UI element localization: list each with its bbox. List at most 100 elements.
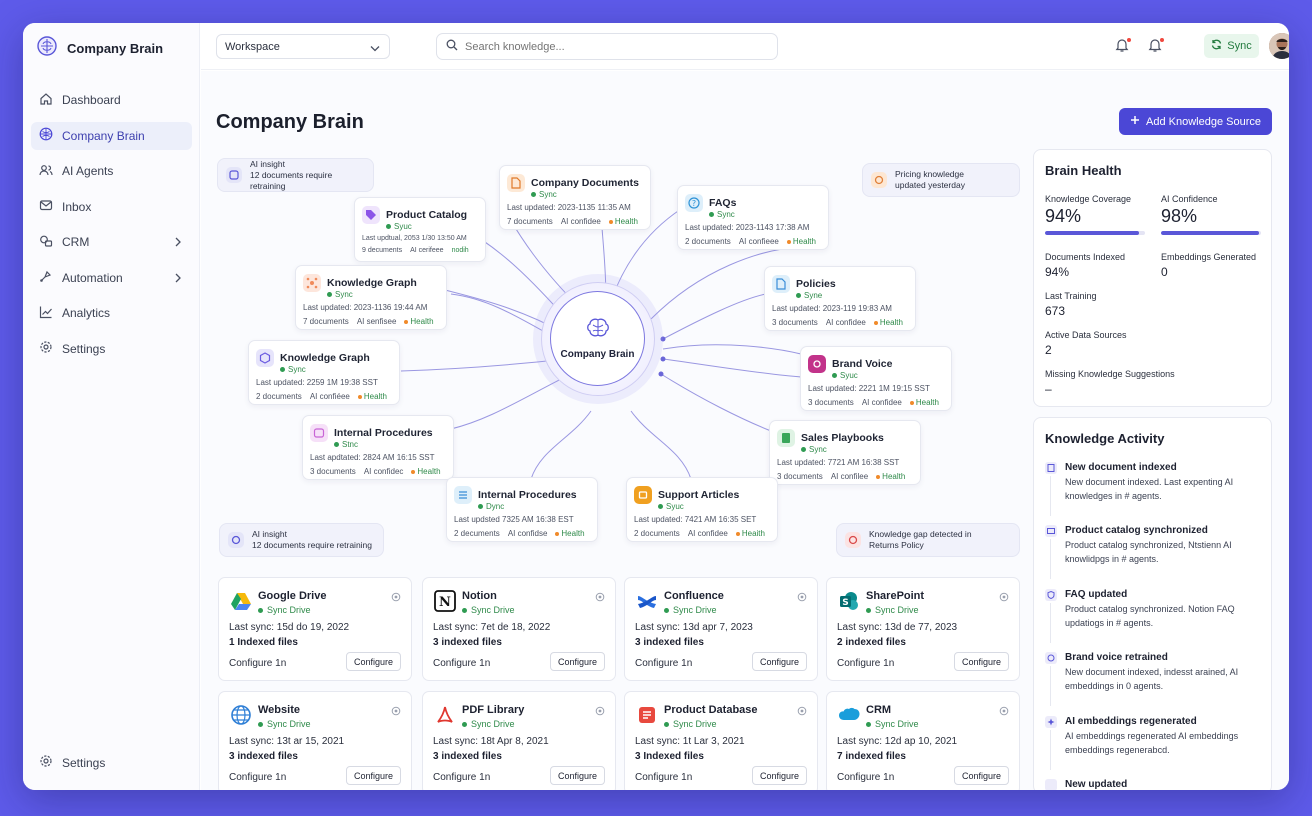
activity-item[interactable]: Product catalog synchronized Product cat… [1045,525,1265,579]
knowledge-gap-pill[interactable]: Knowledge gap detected in Returns Policy [836,523,1020,557]
activity-line: updatiogs in # agents. [1065,617,1154,628]
node-updated: Last updated: 2023-1143 17:38 AM [685,223,810,232]
document-icon [1045,462,1057,474]
workspace-select[interactable]: Workspace [216,34,390,59]
support-icon [634,486,652,504]
source-status-label: Sync Drive [673,605,717,615]
hub-core: Company Brain [550,291,645,386]
search-input[interactable] [465,40,765,53]
knowledge-node[interactable]: Sales Playbooks Sync Last updated: 7721 … [769,420,921,485]
node-meta: 3 documents AI confilee Health [777,472,913,481]
configure-button[interactable]: Configure [752,766,807,785]
node-status-label: Sync [717,210,735,219]
source-files: 1 Indexed files [229,637,298,648]
source-status: Sync Drive [866,719,919,729]
knowledge-node[interactable]: ? FAQs Sync Last updated: 2023-1143 17:38… [677,185,829,250]
node-status-label: Syuc [666,502,684,511]
knowledge-node[interactable]: Company Documents Sync Last updated: 202… [499,165,651,230]
gear-icon[interactable] [797,703,807,721]
configure-button[interactable]: Configure [346,652,401,671]
notion-icon: N [434,590,456,612]
node-name: Internal Procedures [478,489,577,501]
activity-item[interactable]: Brand voice retrained New document index… [1045,652,1265,706]
search-icon [446,38,458,56]
gear-icon[interactable] [595,703,605,721]
knowledge-node[interactable]: Product Catalog Syuc Last updtual, 2053 … [354,197,486,262]
node-health: Health [879,318,903,327]
alerts-bell-button[interactable] [1147,37,1165,55]
salesforce-icon [838,704,860,726]
add-knowledge-source-button[interactable]: Add Knowledge Source [1119,108,1272,135]
knowledge-graph: AI insight 12 documents require retrainin… [201,149,1031,559]
confluence-icon [636,590,658,612]
activity-title: FAQ updated [1065,589,1128,600]
configure-button[interactable]: Configure [550,652,605,671]
knowledge-node[interactable]: Brand Voice Syuc Last updated: 2221 1M 1… [800,346,952,411]
sidebar-item-label: Settings [62,341,106,356]
pricing-update-pill[interactable]: Pricing knowledge updated yesterday [862,163,1020,197]
activity-line: Product catalog synchronized, Ntstienn A… [1065,540,1232,550]
configure-button[interactable]: Configure [346,766,401,785]
notification-bell-button[interactable] [1114,37,1132,55]
configure-button[interactable]: Configure [954,766,1009,785]
sidebar-item-inbox[interactable]: Inbox [31,193,192,221]
knowledge-node[interactable]: Policies Syne Last updated: 2023-119 19:… [764,266,916,331]
activity-title: New updated [1065,779,1128,790]
avatar[interactable] [1269,33,1289,59]
sidebar-item-analytics[interactable]: Analytics [31,299,192,327]
node-name: Product Catalog [386,209,468,221]
tag-icon [871,172,887,188]
node-confidence: AI confidee [560,217,601,226]
knowledge-node[interactable]: Support Articles Syuc Last updated: 7421… [626,477,778,542]
gear-icon[interactable] [391,589,401,607]
gear-icon[interactable] [999,703,1009,721]
sidebar-item-dashboard[interactable]: Dashboard [31,86,192,114]
activity-title: AI embeddings regenerated [1065,716,1197,727]
knowledge-node[interactable]: Internal Procedures Dync Last updsted 73… [446,477,598,542]
sidebar-item-company-brain[interactable]: Company Brain [31,121,192,150]
question-icon: ? [685,194,703,212]
brand[interactable]: Company Brain [37,35,163,59]
configure-button[interactable]: Configure [954,652,1009,671]
node-confidence: AI confiéee [309,392,350,401]
knowledge-node[interactable]: Knowledge Graph Sync Last updated: 2023-… [295,265,447,330]
gear-icon[interactable] [999,589,1009,607]
knowledge-node[interactable]: Internal Procedures Stnc Last apdtated: … [302,415,454,480]
knowledge-node[interactable]: Knowledge Graph Sync Last updated: 2259 … [248,340,400,405]
activity-title: Brand voice retrained [1065,652,1168,663]
activity-desc: Product catalog synchronized, Ntstienn A… [1065,539,1265,566]
node-status-label: Syuc [840,371,858,380]
source-card-confluence: Confluence Sync Drive Last sync: 13d apr… [624,577,818,681]
activity-item[interactable]: New document indexed New document indexe… [1045,462,1265,516]
node-health: Health [417,467,441,476]
gear-icon[interactable] [797,589,807,607]
source-files: 3 indexed files [635,637,704,648]
node-status-label: Syne [804,291,823,300]
ai-insight-pill[interactable]: AI insight 12 documents require retrainin… [217,158,374,192]
configure-button[interactable]: Configure [550,766,605,785]
sidebar-item-crm[interactable]: CRM [31,228,192,256]
node-docs: 3 documents [808,398,854,407]
company-brain-hub[interactable]: Company Brain [541,282,655,396]
activity-item[interactable]: FAQ updated Product catalog synchronized… [1045,589,1265,643]
activity-item[interactable]: New updated [1045,779,1265,790]
gear-icon[interactable] [595,589,605,607]
node-health: Health [882,472,906,481]
gear-icon[interactable] [391,703,401,721]
node-status: Sync [709,210,821,219]
sidebar-item-automation[interactable]: Automation [31,264,192,292]
node-health: Health [561,529,585,538]
app-window: Company Brain Dashboard Company Brain AI… [23,23,1289,790]
sync-button[interactable]: Sync [1204,34,1259,58]
activity-line: knowlidpgs in # agents. [1065,553,1159,564]
users-icon [39,163,53,180]
sidebar-item-settings[interactable]: Settings [31,335,192,363]
configure-button[interactable]: Configure [752,652,807,671]
activity-item[interactable]: AI embeddings regenerated AI embeddings … [1045,716,1265,770]
sidebar-item-ai-agents[interactable]: AI Agents [31,157,192,185]
ai-insight-pill[interactable]: AI insight 12 documents require retrainin… [219,523,384,557]
source-configure-label: Configure 1n [433,772,491,783]
node-status-label: Dync [486,502,505,511]
sidebar-footer-label: Settings [62,755,106,770]
sidebar-footer-settings[interactable]: Settings [39,754,105,771]
